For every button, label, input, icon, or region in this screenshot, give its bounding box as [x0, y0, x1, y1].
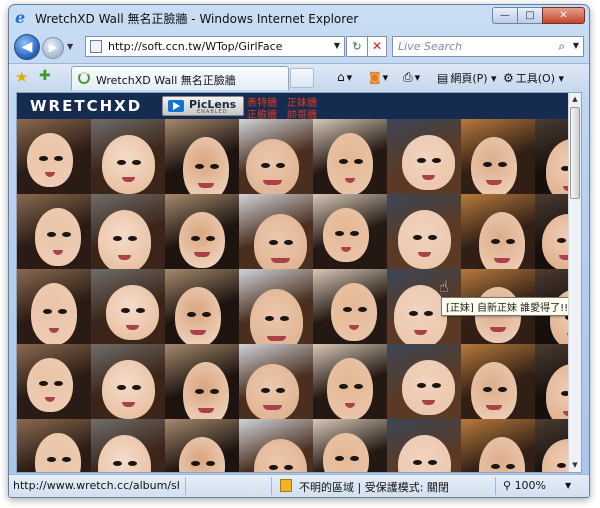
photo-tooltip: [正妹] 自新正妹 誰愛得了!!! [441, 297, 578, 316]
zoom-dropdown-icon[interactable]: ▼ [565, 481, 571, 490]
zoom-value: 100% [514, 479, 547, 492]
photo-grid [17, 119, 581, 472]
photo-thumbnail[interactable] [91, 194, 165, 269]
play-icon [168, 100, 184, 112]
page-menu[interactable]: ▤ 網頁(P) ▾ [437, 70, 497, 86]
photo-thumbnail[interactable] [17, 119, 91, 194]
photo-thumbnail[interactable] [313, 419, 387, 472]
rss-button[interactable]: ◙ ▾ [369, 70, 388, 84]
security-zone-text[interactable]: 不明的區域 | 受保護模式: 關閉 [299, 479, 449, 495]
refresh-button[interactable]: ↻ [346, 36, 368, 57]
photo-thumbnail[interactable] [91, 269, 165, 344]
photo-thumbnail[interactable] [17, 419, 91, 472]
home-button[interactable]: ⌂ ▾ [337, 70, 352, 84]
photo-thumbnail[interactable] [91, 119, 165, 194]
page-content: WRETCHXD PicLens ENABLED 表特牆 正妹牆 正臉牆 帥哥牆… [16, 92, 582, 473]
site-logo[interactable]: WRETCHXD [30, 97, 142, 115]
photo-thumbnail[interactable] [17, 269, 91, 344]
search-placeholder: Live Search [398, 40, 462, 53]
print-button[interactable]: ⎙ ▾ [403, 70, 420, 85]
scroll-thumb[interactable] [570, 107, 580, 199]
back-button[interactable]: ◀ [14, 34, 40, 60]
photo-thumbnail[interactable] [461, 194, 535, 269]
photo-thumbnail[interactable] [239, 194, 313, 269]
mouse-cursor-icon: ☝ [439, 277, 449, 296]
photo-thumbnail[interactable] [165, 119, 239, 194]
photo-thumbnail[interactable] [461, 119, 535, 194]
tab-bar: ★ ✚ WretchXD Wall 無名正臉牆 ⌂ ▾ ◙ ▾ ⎙ ▾ ▤ 網頁(P) … [9, 63, 589, 92]
window-title: WretchXD Wall 無名正臉牆 - Windows Internet E… [35, 12, 359, 26]
status-divider [495, 477, 496, 495]
page-favicon-icon [90, 40, 102, 53]
photo-thumbnail[interactable] [91, 419, 165, 472]
search-options-dropdown-icon[interactable]: ▼ [573, 41, 579, 50]
print-icon: ⎙ [403, 70, 413, 84]
close-button[interactable]: ✕ [542, 7, 585, 24]
page-menu-label: 網頁(P) [450, 72, 488, 85]
address-bar[interactable]: http://soft.ccn.tw/WTop/GirlFace ▼ [85, 36, 345, 57]
photo-thumbnail[interactable] [461, 344, 535, 419]
browser-window: e WretchXD Wall 無名正臉牆 - Windows Internet… [8, 4, 590, 498]
ie-icon: e [15, 8, 26, 27]
photo-thumbnail[interactable] [165, 269, 239, 344]
status-divider [271, 477, 272, 495]
photo-thumbnail[interactable] [387, 119, 461, 194]
photo-thumbnail[interactable] [313, 344, 387, 419]
search-input[interactable]: Live Search ⌕ ▼ [392, 36, 584, 57]
security-zone-icon[interactable] [280, 479, 292, 492]
stop-button[interactable]: ✕ [367, 36, 387, 57]
address-url[interactable]: http://soft.ccn.tw/WTop/GirlFace [108, 40, 282, 53]
photo-thumbnail[interactable] [313, 269, 387, 344]
title-bar: e WretchXD Wall 無名正臉牆 - Windows Internet… [9, 5, 589, 31]
photo-thumbnail[interactable] [17, 344, 91, 419]
minimize-button[interactable]: — [492, 7, 518, 24]
scroll-down-icon[interactable]: ▼ [569, 459, 581, 472]
tools-menu[interactable]: ⚙ 工具(O) ▾ [503, 70, 564, 86]
address-dropdown-icon[interactable]: ▼ [334, 41, 340, 50]
status-divider [185, 477, 186, 495]
photo-thumbnail[interactable] [387, 419, 461, 472]
rss-icon: ◙ [369, 70, 381, 84]
recent-pages-dropdown-icon[interactable]: ▼ [67, 42, 73, 51]
photo-thumbnail[interactable] [387, 194, 461, 269]
photo-thumbnail[interactable] [313, 119, 387, 194]
window-controls: — □ ✕ [492, 7, 585, 25]
photo-thumbnail[interactable] [165, 419, 239, 472]
zoom-level[interactable]: ⚲ 100% [503, 479, 546, 492]
maximize-button[interactable]: □ [517, 7, 543, 24]
zoom-icon: ⚲ [503, 479, 512, 492]
tools-menu-label: 工具(O) [515, 72, 556, 85]
tools-gear-icon: ⚙ [503, 71, 514, 85]
add-favorites-icon[interactable]: ✚ [39, 68, 51, 84]
piclens-button[interactable]: PicLens ENABLED [162, 96, 244, 116]
photo-thumbnail[interactable] [239, 419, 313, 472]
page-icon: ▤ [437, 71, 449, 85]
loading-icon [78, 72, 90, 84]
photo-thumbnail[interactable] [239, 119, 313, 194]
tab-active[interactable]: WretchXD Wall 無名正臉牆 [71, 66, 289, 90]
scroll-up-icon[interactable]: ▲ [569, 93, 581, 106]
photo-thumbnail[interactable] [461, 419, 535, 472]
tab-label: WretchXD Wall 無名正臉牆 [96, 74, 236, 87]
navigation-bar: ◀ ▶ ▼ http://soft.ccn.tw/WTop/GirlFace ▼… [9, 32, 589, 62]
photo-thumbnail[interactable] [165, 194, 239, 269]
status-bar: http://www.wretch.cc/album/show 不明的區域 | … [9, 474, 589, 497]
photo-thumbnail[interactable] [239, 269, 313, 344]
photo-thumbnail[interactable] [165, 344, 239, 419]
forward-button[interactable]: ▶ [42, 37, 64, 59]
photo-thumbnail[interactable] [91, 344, 165, 419]
photo-thumbnail[interactable] [17, 194, 91, 269]
photo-thumbnail[interactable] [313, 194, 387, 269]
new-tab-button[interactable] [290, 68, 314, 88]
photo-thumbnail[interactable] [387, 344, 461, 419]
favorites-star-icon[interactable]: ★ [15, 68, 28, 86]
vertical-scrollbar[interactable]: ▲ ▼ [568, 93, 581, 472]
site-header: WRETCHXD PicLens ENABLED 表特牆 正妹牆 正臉牆 帥哥牆 [17, 93, 570, 121]
search-icon[interactable]: ⌕ [558, 39, 565, 54]
photo-thumbnail[interactable] [239, 344, 313, 419]
piclens-status: ENABLED [197, 109, 228, 115]
home-icon: ⌂ [337, 70, 345, 84]
status-url: http://www.wretch.cc/album/show [13, 479, 179, 492]
